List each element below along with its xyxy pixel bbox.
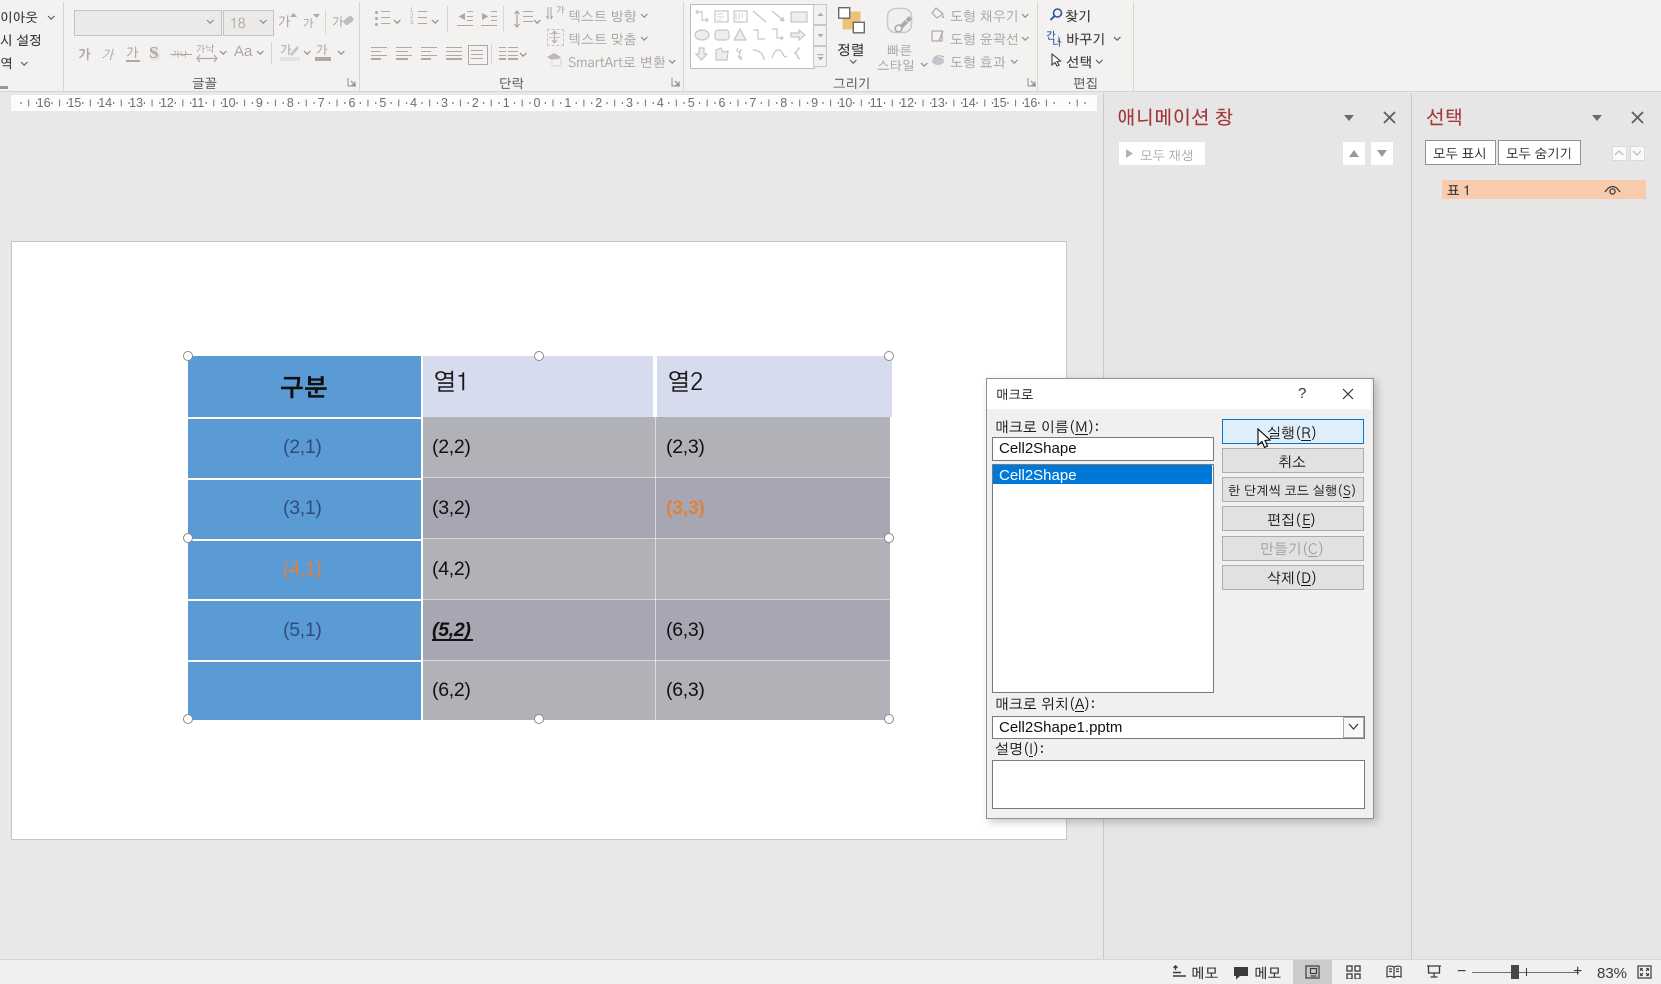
- svg-text:10: 10: [838, 96, 852, 110]
- svg-text:5: 5: [379, 96, 386, 110]
- svg-text:13: 13: [129, 96, 143, 110]
- svg-text:2: 2: [472, 96, 479, 110]
- svg-text:12: 12: [160, 96, 174, 110]
- svg-text:7: 7: [318, 96, 325, 110]
- svg-text:16: 16: [1023, 96, 1037, 110]
- svg-text:15: 15: [993, 96, 1007, 110]
- svg-text:4: 4: [657, 96, 664, 110]
- svg-text:0: 0: [534, 96, 541, 110]
- svg-text:14: 14: [98, 96, 112, 110]
- svg-text:10: 10: [222, 96, 236, 110]
- svg-text:12: 12: [900, 96, 914, 110]
- svg-text:11: 11: [870, 96, 883, 110]
- svg-text:5: 5: [688, 96, 695, 110]
- svg-text:6: 6: [349, 96, 356, 110]
- svg-text:1: 1: [564, 96, 571, 110]
- svg-text:7: 7: [749, 96, 756, 110]
- svg-text:16: 16: [37, 96, 51, 110]
- svg-text:1: 1: [503, 96, 510, 110]
- svg-text:6: 6: [719, 96, 726, 110]
- svg-text:3: 3: [441, 96, 448, 110]
- svg-text:9: 9: [256, 96, 263, 110]
- svg-text:9: 9: [811, 96, 818, 110]
- svg-text:4: 4: [410, 96, 417, 110]
- svg-text:14: 14: [962, 96, 976, 110]
- svg-text:13: 13: [931, 96, 945, 110]
- svg-text:8: 8: [287, 96, 294, 110]
- svg-text:2: 2: [595, 96, 602, 110]
- svg-text:8: 8: [780, 96, 787, 110]
- svg-text:11: 11: [191, 96, 204, 110]
- svg-text:3: 3: [626, 96, 633, 110]
- svg-text:15: 15: [67, 96, 81, 110]
